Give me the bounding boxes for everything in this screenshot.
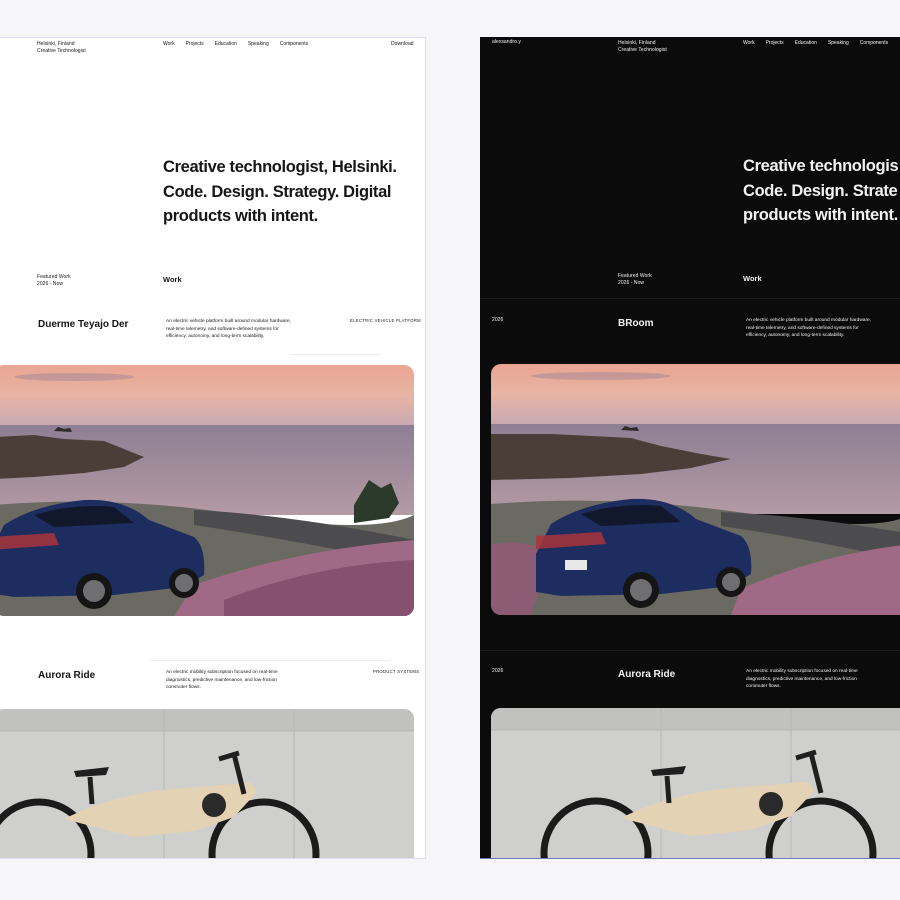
hero-line-1: Creative technologist, Helsinki. bbox=[163, 158, 397, 176]
dark-theme-preview: alexsandro.y Helsinki, Finland Creative … bbox=[480, 37, 900, 859]
hero-line-2: Code. Design. Strategy. Digital bbox=[163, 182, 392, 201]
hero-line-1: Creative technologis bbox=[743, 157, 899, 175]
project-year: 2026 bbox=[492, 668, 504, 674]
nav-components[interactable]: Components bbox=[280, 41, 308, 47]
featured-years: 2026 - Now bbox=[618, 280, 645, 286]
header-location: Helsinki, Finland bbox=[618, 40, 656, 46]
light-theme-preview: Helsinki, Finland Creative Technologist … bbox=[0, 37, 426, 859]
project-description: An electric mobility subscription focuse… bbox=[746, 669, 858, 690]
project-description: An electric mobility subscription focuse… bbox=[166, 670, 278, 691]
download-link[interactable]: Download bbox=[391, 41, 414, 48]
divider bbox=[290, 354, 380, 355]
featured-label: Featured Work bbox=[37, 274, 71, 280]
project-image-bike[interactable] bbox=[491, 708, 900, 858]
top-nav: Work Projects Education Speaking Compone… bbox=[743, 40, 888, 46]
project-year: 2026 bbox=[492, 317, 504, 323]
featured-work-meta: Featured Work 2026 - Now bbox=[618, 273, 652, 287]
project-category: PRODUCT SYSTEMS bbox=[373, 669, 420, 674]
project-title[interactable]: Aurora Ride bbox=[618, 669, 675, 680]
top-nav: Work Projects Education Speaking Compone… bbox=[163, 41, 308, 47]
section-title-work: Work bbox=[743, 274, 762, 283]
header-location: Helsinki, Finland bbox=[37, 41, 75, 47]
featured-work-meta: Featured Work 2026 - Now bbox=[37, 274, 71, 288]
divider bbox=[480, 298, 900, 299]
project-image-bike[interactable] bbox=[0, 709, 414, 858]
nav-education[interactable]: Education bbox=[795, 40, 817, 46]
featured-label: Featured Work bbox=[618, 273, 652, 279]
featured-years: 2026 - Now bbox=[37, 281, 64, 287]
project-title[interactable]: Duerme Teyajo Der bbox=[38, 319, 128, 330]
project-title[interactable]: BRoom bbox=[618, 318, 654, 329]
project-title[interactable]: Aurora Ride bbox=[38, 670, 95, 681]
header-identity: Helsinki, Finland Creative Technologist bbox=[37, 41, 86, 55]
header-role: Creative Technologist bbox=[37, 48, 86, 54]
project-category: ELECTRIC VEHICLE PLATFORM bbox=[350, 318, 421, 323]
project-image-car[interactable] bbox=[491, 364, 900, 615]
nav-components[interactable]: Components bbox=[860, 40, 888, 46]
section-title-work: Work bbox=[163, 275, 182, 284]
hero-line-3: products with intent. bbox=[163, 207, 318, 225]
nav-education[interactable]: Education bbox=[215, 41, 237, 47]
hero-line-2: Code. Design. Strate bbox=[743, 181, 898, 200]
nav-work[interactable]: Work bbox=[163, 41, 175, 47]
nav-speaking[interactable]: Speaking bbox=[248, 41, 269, 47]
nav-work[interactable]: Work bbox=[743, 40, 755, 46]
project-image-car[interactable] bbox=[0, 365, 414, 616]
divider bbox=[150, 660, 390, 661]
hero-heading: Creative technologis Code. Design. Strat… bbox=[743, 154, 899, 228]
header-identity: Helsinki, Finland Creative Technologist bbox=[618, 40, 667, 54]
divider bbox=[480, 650, 900, 651]
project-description: An electric vehicle platform built aroun… bbox=[746, 318, 872, 339]
nav-projects[interactable]: Projects bbox=[186, 41, 204, 47]
project-description: An electric vehicle platform built aroun… bbox=[166, 319, 292, 340]
site-handle[interactable]: alexsandro.y bbox=[492, 39, 521, 46]
nav-speaking[interactable]: Speaking bbox=[828, 40, 849, 46]
header-role: Creative Technologist bbox=[618, 47, 667, 53]
hero-heading: Creative technologist, Helsinki. Code. D… bbox=[163, 155, 397, 229]
nav-projects[interactable]: Projects bbox=[766, 40, 784, 46]
hero-line-3: products with intent. bbox=[743, 206, 898, 224]
